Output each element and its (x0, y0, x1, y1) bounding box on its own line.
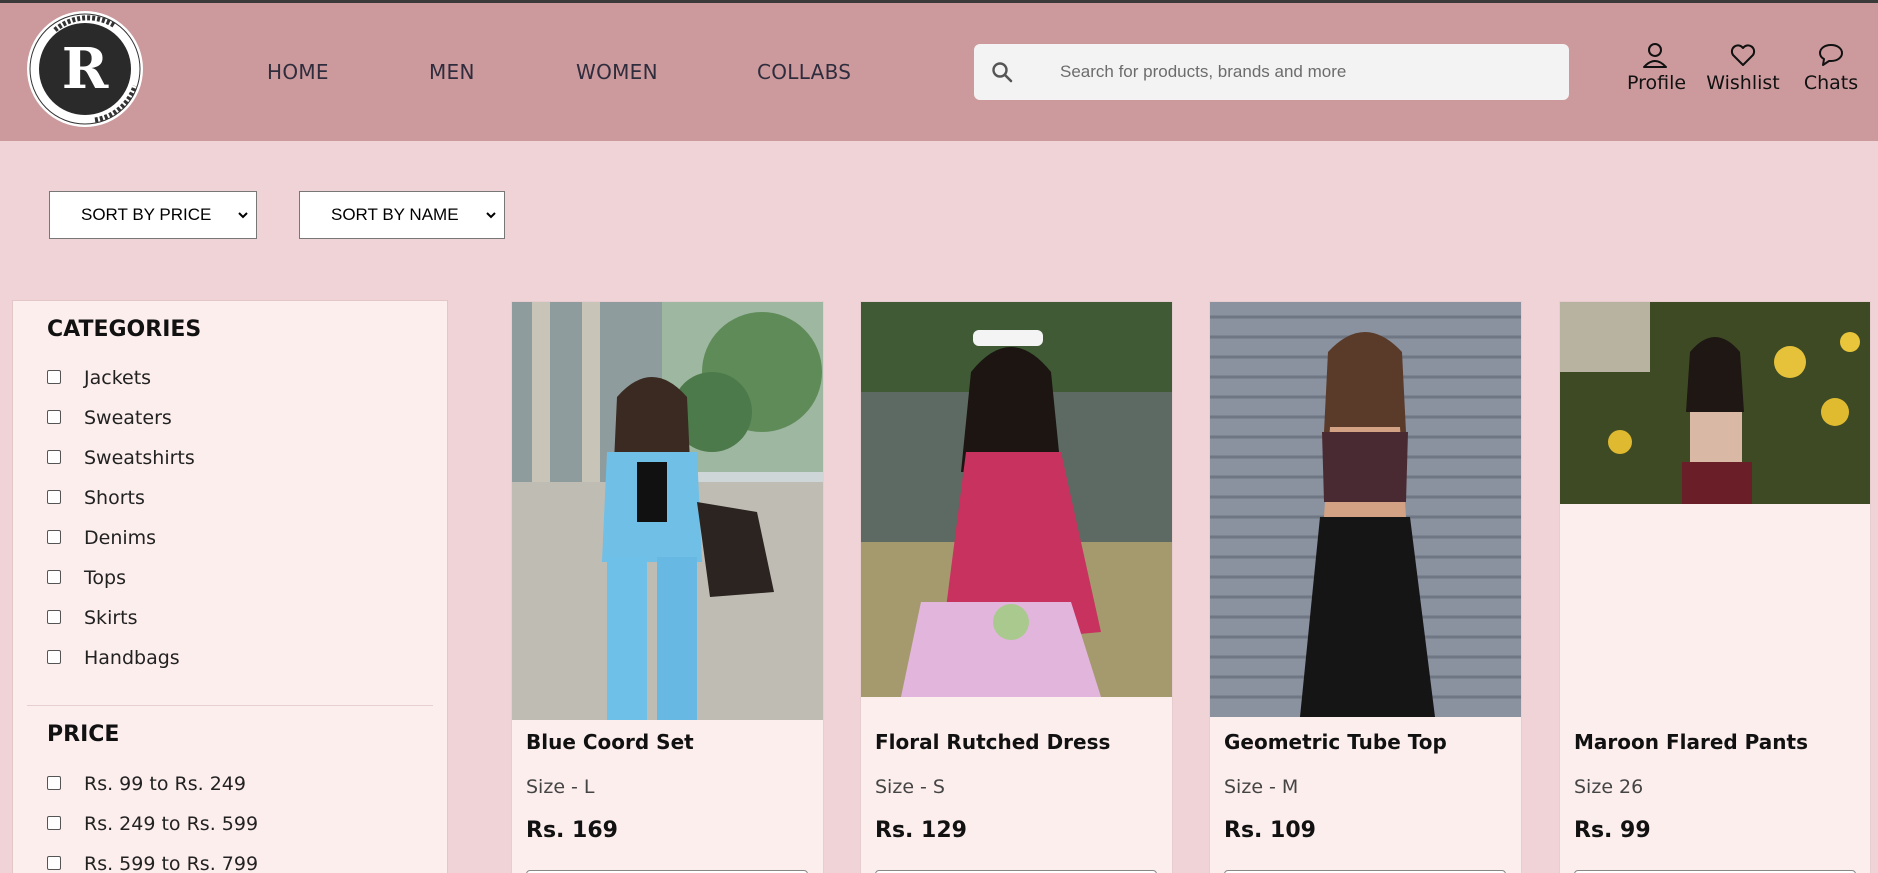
product-card[interactable]: Floral Rutched Dress Size - S Rs. 129 (860, 301, 1173, 873)
product-card[interactable]: Geometric Tube Top Size - M Rs. 109 (1209, 301, 1522, 873)
product-name: Geometric Tube Top (1224, 730, 1447, 754)
profile-button[interactable]: Profile (1627, 41, 1687, 94)
product-image[interactable] (1560, 302, 1870, 504)
search-input[interactable] (1060, 44, 1550, 100)
checkbox[interactable] (47, 610, 61, 624)
user-icon (1643, 43, 1667, 68)
nav-men[interactable]: MEN (429, 60, 475, 84)
wishlist-label: Wishlist (1706, 72, 1780, 94)
checkbox[interactable] (47, 776, 61, 790)
checkbox[interactable] (47, 856, 61, 870)
product-card[interactable]: Maroon Flared Pants Size 26 Rs. 99 (1559, 301, 1871, 873)
product-image[interactable] (1210, 302, 1521, 717)
product-name: Maroon Flared Pants (1574, 730, 1808, 754)
sort-by-name-select[interactable]: SORT BY NAME (299, 191, 505, 239)
checkbox[interactable] (47, 370, 61, 384)
heart-icon (1730, 44, 1756, 66)
chat-bubble-icon (1819, 44, 1843, 66)
nav-women[interactable]: WOMEN (576, 60, 658, 84)
product-image[interactable] (861, 302, 1172, 697)
product-name: Blue Coord Set (526, 730, 694, 754)
nav-home[interactable]: HOME (267, 60, 329, 84)
search-icon[interactable] (990, 60, 1014, 84)
product-name: Floral Rutched Dress (875, 730, 1111, 754)
profile-label: Profile (1627, 72, 1687, 94)
product-price: Rs. 169 (526, 818, 618, 843)
product-image[interactable] (512, 302, 823, 720)
price-title: PRICE (47, 722, 120, 747)
product-size: Size - L (526, 776, 595, 798)
sort-by-price-label: SORT BY PRICE (81, 205, 212, 224)
chats-button[interactable]: Chats (1802, 41, 1860, 94)
product-size: Size - M (1224, 776, 1299, 798)
section-divider (27, 705, 433, 706)
checkbox[interactable] (47, 530, 61, 544)
brand-logo[interactable]: R (25, 8, 145, 130)
product-price: Rs. 109 (1224, 818, 1316, 843)
wishlist-button[interactable]: Wishlist (1706, 41, 1780, 94)
checkbox[interactable] (47, 570, 61, 584)
product-price: Rs. 129 (875, 818, 967, 843)
chevron-down-icon (486, 212, 496, 219)
checkbox[interactable] (47, 650, 61, 664)
site-header: R HOME MEN WOMEN COLLABS Profile Wishlis… (0, 3, 1878, 141)
categories-title: CATEGORIES (47, 317, 202, 342)
checkbox[interactable] (47, 816, 61, 830)
search-bar (974, 44, 1569, 100)
checkbox[interactable] (47, 410, 61, 424)
sort-by-name-label: SORT BY NAME (331, 205, 459, 224)
checkbox[interactable] (47, 490, 61, 504)
svg-text:R: R (62, 36, 109, 102)
product-price: Rs. 99 (1574, 818, 1651, 843)
nav-collabs[interactable]: COLLABS (757, 60, 851, 84)
sort-by-price-select[interactable]: SORT BY PRICE (49, 191, 257, 239)
chats-label: Chats (1803, 72, 1859, 94)
product-card[interactable]: Blue Coord Set Size - L Rs. 169 (511, 301, 824, 873)
checkbox[interactable] (47, 450, 61, 464)
chevron-down-icon (238, 212, 248, 219)
product-size: Size 26 (1574, 776, 1644, 798)
product-size: Size - S (875, 776, 945, 798)
filter-sidebar: CATEGORIES Jackets Sweaters Sweatshirts … (12, 300, 448, 873)
